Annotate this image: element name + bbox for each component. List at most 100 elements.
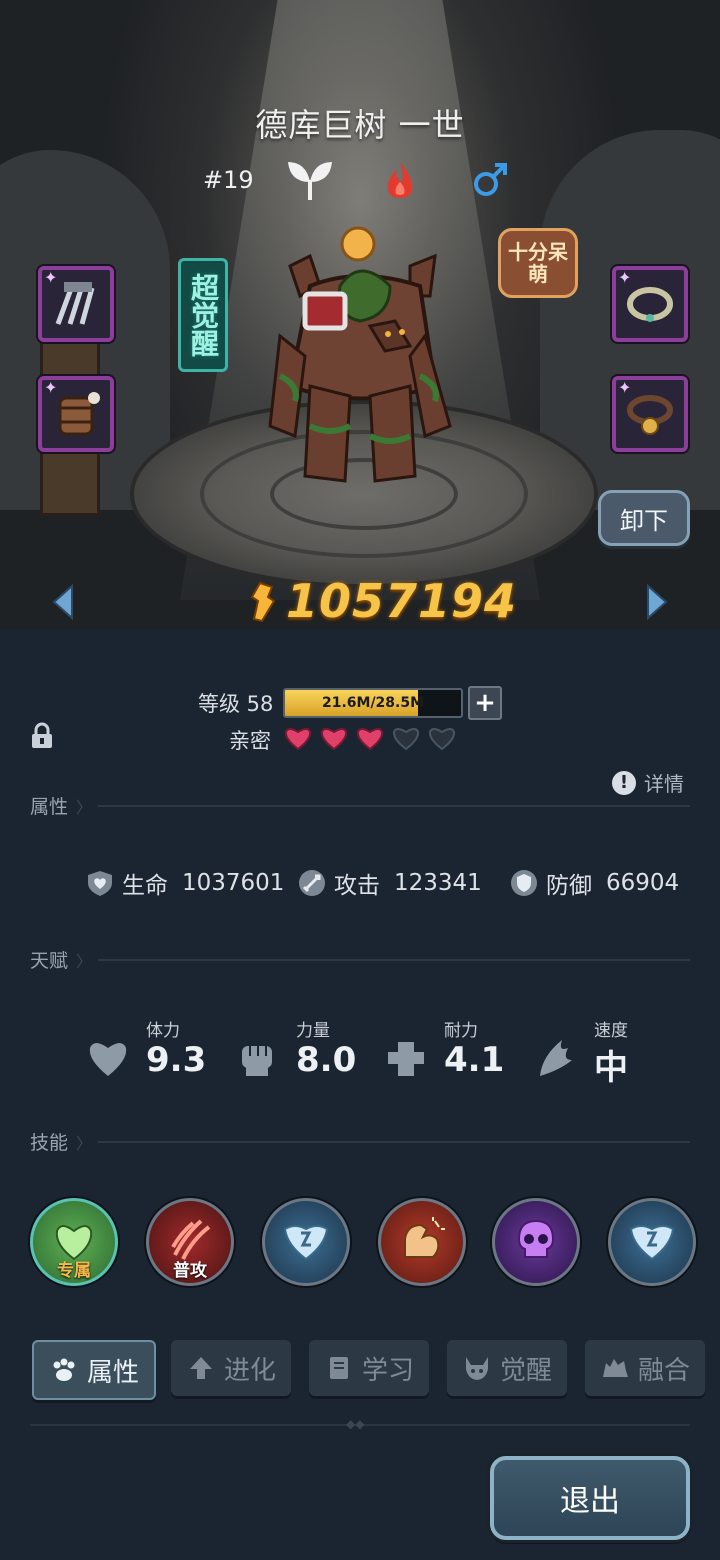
talent-strength: 力量 8.0 bbox=[236, 1016, 356, 1086]
exp-bar: 21.6M/28.5M bbox=[283, 688, 463, 718]
beast-icon bbox=[602, 1359, 628, 1377]
bell-collar-icon bbox=[627, 395, 673, 435]
skill-basic-attack-label: 普攻 bbox=[173, 1261, 207, 1281]
exp-text: 21.6M/28.5M bbox=[321, 695, 425, 711]
section-talent: 天赋 〉 bbox=[30, 946, 690, 973]
equip-slot-bell[interactable]: ✦ bbox=[612, 376, 688, 452]
prev-pet-arrow-icon[interactable] bbox=[50, 584, 76, 620]
up-arrow-icon bbox=[189, 1357, 212, 1379]
equip-slot-claw[interactable]: ✦ bbox=[38, 266, 114, 342]
equip-slot-armor[interactable]: ✦ bbox=[38, 376, 114, 452]
section-attributes: 属性 〉 bbox=[30, 792, 690, 819]
stat-defense: 防御 66904 bbox=[510, 866, 679, 900]
barrel-armor-icon bbox=[58, 392, 100, 436]
tab-evolve-label: 进化 bbox=[223, 1355, 276, 1386]
unequip-button[interactable]: 卸下 bbox=[598, 490, 690, 546]
skill-basic-attack[interactable]: 普攻 bbox=[146, 1198, 234, 1286]
stat-hp-label: 生命 bbox=[122, 873, 168, 899]
talent-strength-label: 力量 bbox=[296, 1021, 330, 1041]
shield-icon bbox=[511, 870, 537, 896]
stat-attack: 攻击 123341 bbox=[298, 866, 482, 900]
tab-awaken-label: 觉醒 bbox=[499, 1355, 552, 1386]
combat-power: 1057194 bbox=[246, 574, 517, 628]
equip-slot-collar[interactable]: ✦ bbox=[612, 266, 688, 342]
collar-icon bbox=[627, 287, 673, 322]
next-pet-arrow-icon[interactable] bbox=[644, 584, 670, 620]
heart-empty-icon bbox=[392, 728, 420, 751]
chevron-right-icon: 〉 bbox=[76, 797, 93, 817]
tab-bar: 属性 进化 学习 觉醒 融合 bbox=[0, 1340, 720, 1400]
purple-skull-icon bbox=[517, 1219, 555, 1258]
combat-power-value: 1057194 bbox=[286, 574, 518, 628]
skill-3[interactable] bbox=[262, 1198, 350, 1286]
tab-fuse-label: 融合 bbox=[637, 1355, 690, 1386]
claw-icon bbox=[55, 282, 95, 325]
skill-4[interactable] bbox=[378, 1198, 466, 1286]
stat-hp-value: 1037601 bbox=[182, 870, 285, 896]
pet-sprite[interactable] bbox=[250, 226, 470, 506]
heart-shield-icon bbox=[88, 871, 112, 896]
section-divider bbox=[98, 1140, 690, 1143]
talent-stamina: 体力 9.3 bbox=[86, 1016, 206, 1086]
chevron-right-icon: 〉 bbox=[76, 951, 93, 971]
skill-6[interactable] bbox=[608, 1198, 696, 1286]
info-icon: ! bbox=[612, 770, 636, 795]
horned-mask-icon bbox=[465, 1357, 488, 1380]
pet-number: #19 bbox=[203, 166, 254, 194]
level-label: 等级 58 bbox=[198, 692, 274, 716]
talent-stamina-value: 9.3 bbox=[146, 1040, 207, 1080]
tab-attributes[interactable]: 属性 bbox=[32, 1340, 156, 1400]
talent-speed-value: 中 bbox=[594, 1048, 628, 1088]
tab-learn[interactable]: 学习 bbox=[309, 1340, 429, 1396]
wing-icon bbox=[540, 1040, 572, 1076]
tab-evolve[interactable]: 进化 bbox=[171, 1340, 291, 1396]
skill-exclusive[interactable]: 专属 bbox=[30, 1198, 118, 1286]
intimacy-hearts bbox=[284, 725, 456, 751]
trait-badge[interactable]: 十分呆萌 bbox=[498, 228, 578, 298]
sword-icon bbox=[299, 870, 325, 896]
section-skills: 技能 〉 bbox=[30, 1128, 690, 1155]
paw-icon bbox=[53, 1358, 75, 1381]
heart-icon bbox=[89, 1043, 127, 1076]
heart-filled-icon bbox=[320, 728, 348, 751]
lock-icon[interactable] bbox=[30, 722, 54, 750]
talent-speed: 速度 中 bbox=[534, 1016, 654, 1088]
section-attributes-title: 属性 bbox=[30, 796, 69, 818]
section-divider bbox=[98, 958, 690, 961]
talent-endurance-value: 4.1 bbox=[444, 1040, 505, 1080]
section-skills-title: 技能 bbox=[30, 1132, 69, 1154]
pet-scene: 德库巨树 一世 #19 超觉醒 十分呆萌 ✦ ✦ ✦ ✦ 卸下 1057194 bbox=[0, 0, 720, 630]
book-icon bbox=[329, 1357, 348, 1379]
talent-stamina-label: 体力 bbox=[146, 1021, 180, 1041]
heart-empty-icon bbox=[428, 728, 456, 751]
stat-attack-value: 123341 bbox=[394, 870, 482, 896]
stat-defense-label: 防御 bbox=[546, 873, 592, 899]
section-divider bbox=[98, 804, 690, 807]
tab-fuse[interactable]: 融合 bbox=[585, 1340, 705, 1396]
pet-name: 德库巨树 一世 bbox=[255, 106, 465, 144]
section-talent-title: 天赋 bbox=[30, 950, 69, 972]
intimacy-label: 亲密 bbox=[229, 729, 271, 753]
talent-endurance: 耐力 4.1 bbox=[384, 1016, 504, 1086]
talent-endurance-label: 耐力 bbox=[444, 1021, 478, 1041]
chevron-right-icon: 〉 bbox=[76, 1133, 93, 1153]
muscle-icon bbox=[388, 1042, 424, 1076]
skill-5[interactable] bbox=[492, 1198, 580, 1286]
stat-defense-value: 66904 bbox=[606, 870, 680, 896]
wing-shield-icon bbox=[629, 1225, 675, 1261]
fist-icon bbox=[242, 1046, 272, 1076]
talent-speed-label: 速度 bbox=[594, 1021, 628, 1041]
flex-arm-icon bbox=[404, 1217, 445, 1258]
divider-ornament: ◆◆ bbox=[346, 1417, 365, 1431]
power-fist-icon bbox=[250, 581, 276, 623]
tab-awaken[interactable]: 觉醒 bbox=[447, 1340, 567, 1396]
tab-learn-label: 学习 bbox=[361, 1355, 414, 1386]
exit-button[interactable]: 退出 bbox=[490, 1456, 690, 1540]
male-icon bbox=[474, 163, 507, 196]
wing-shield-icon bbox=[283, 1225, 329, 1261]
add-exp-button[interactable]: + bbox=[468, 686, 502, 720]
stat-attack-label: 攻击 bbox=[334, 873, 380, 899]
super-awaken-badge: 超觉醒 bbox=[178, 258, 228, 372]
heart-filled-icon bbox=[356, 728, 384, 751]
talent-strength-value: 8.0 bbox=[296, 1040, 357, 1080]
